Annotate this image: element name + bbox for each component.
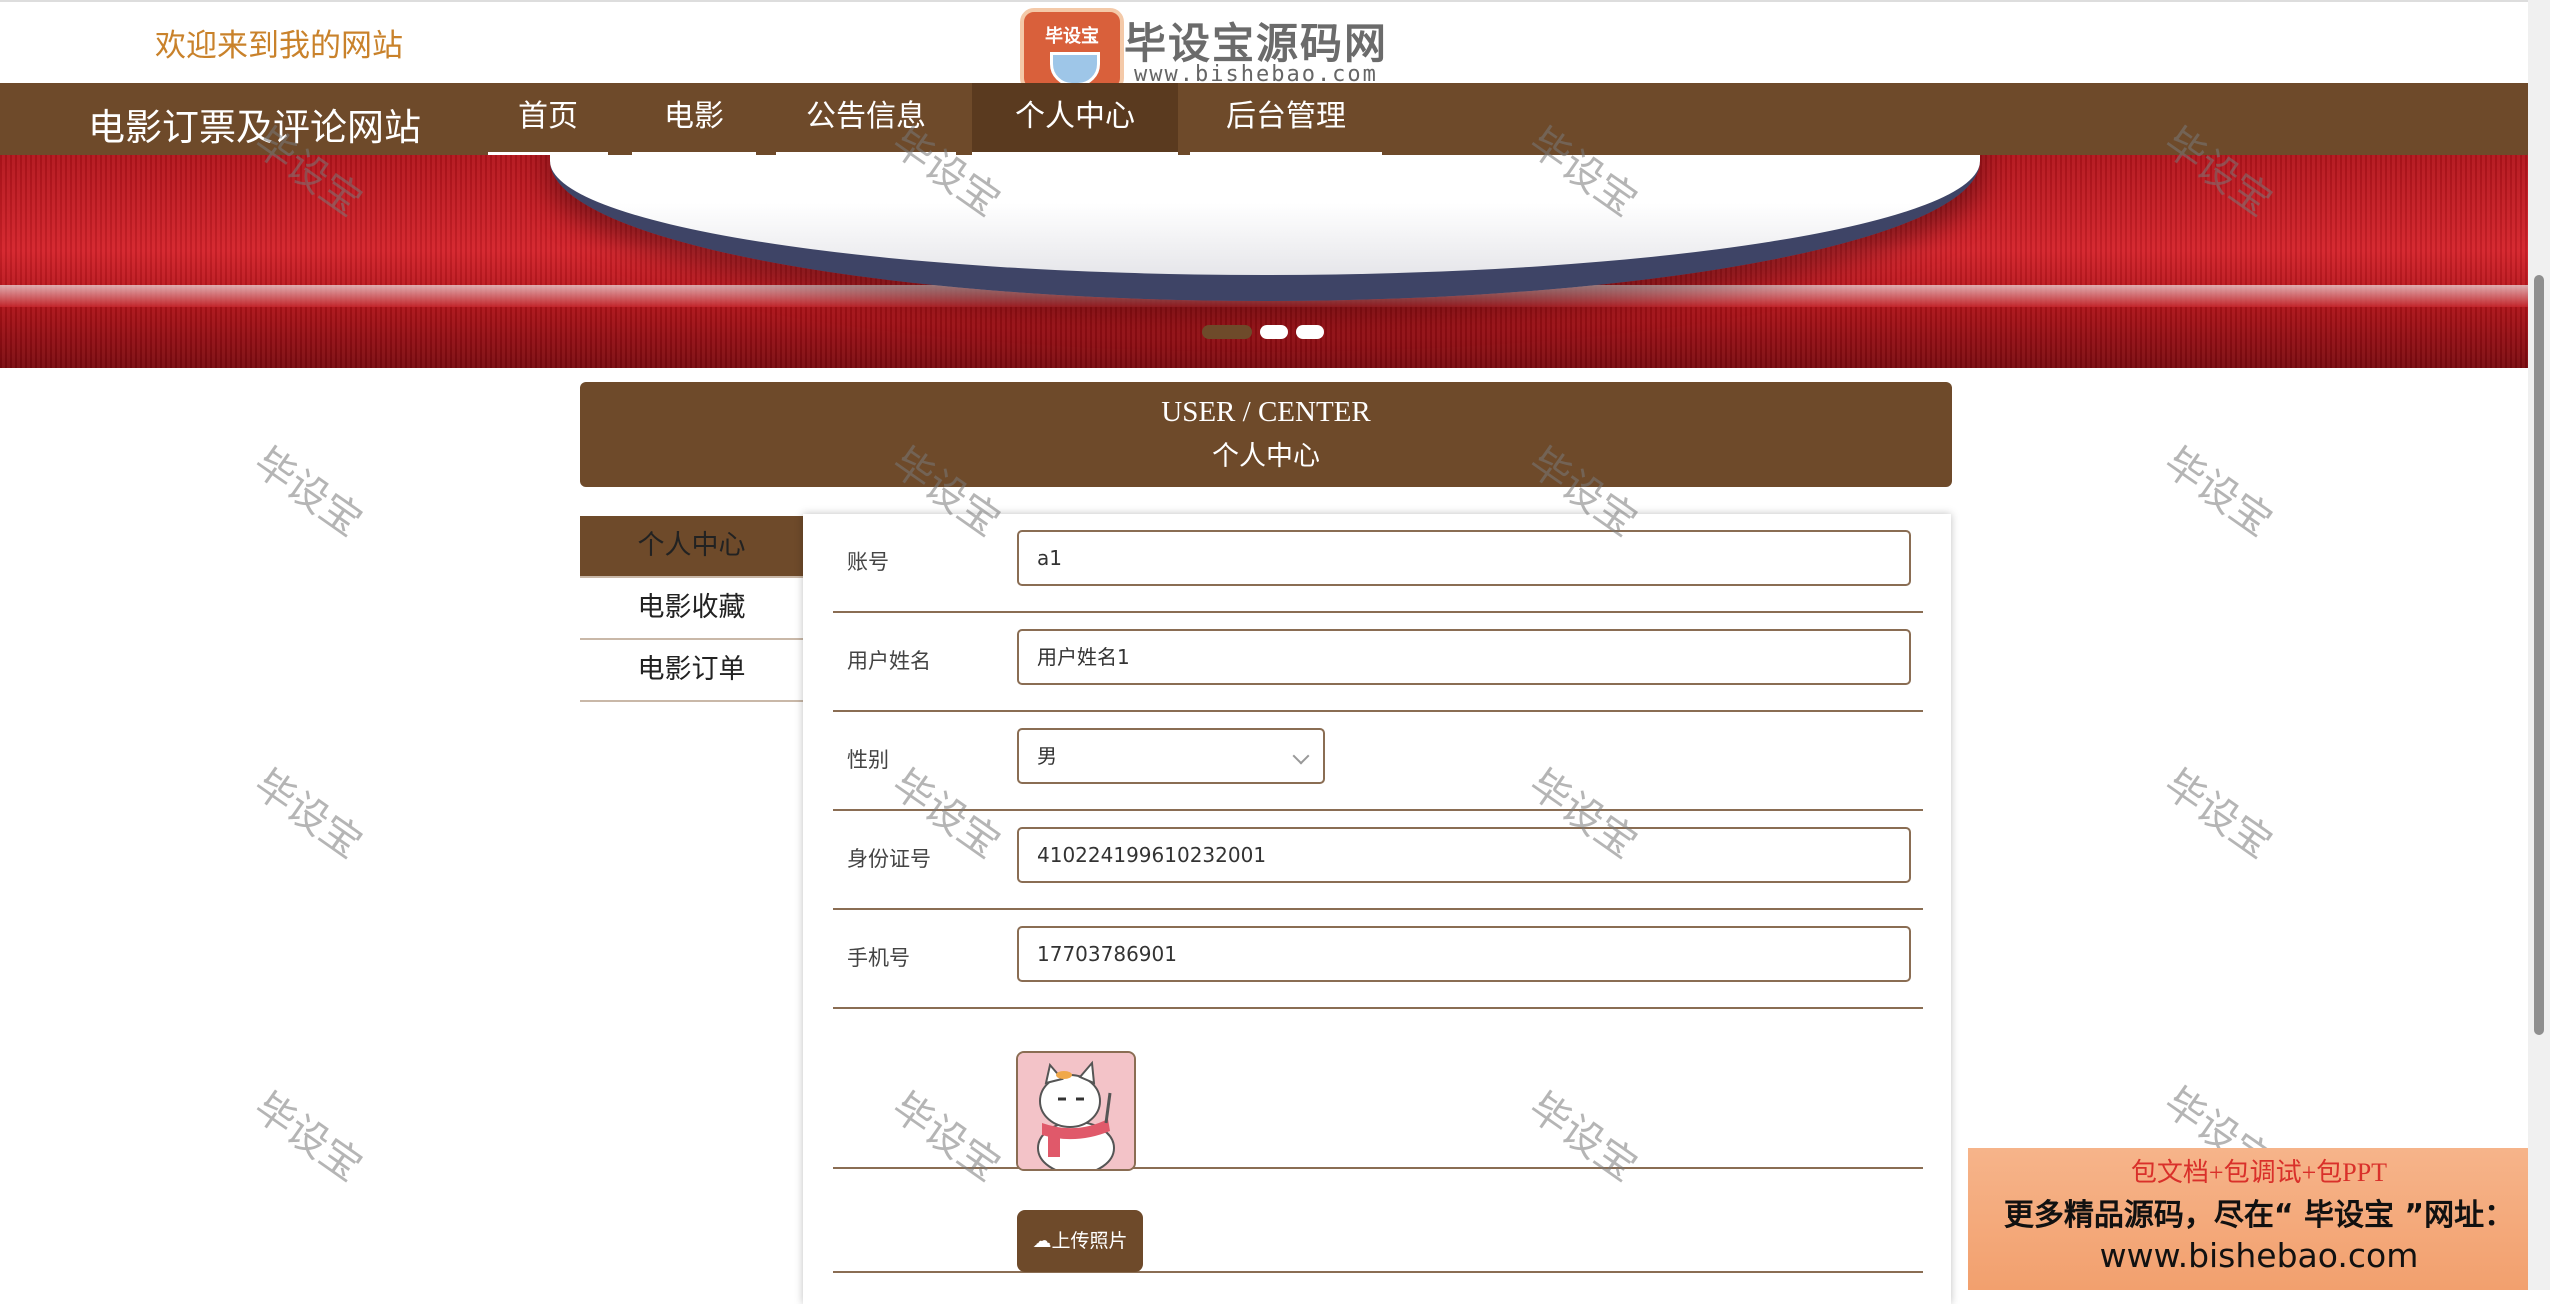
user-center-header: USER / CENTER 个人中心 (580, 382, 1952, 487)
nav-item-admin[interactable]: 后台管理 (1190, 83, 1382, 155)
account-input[interactable]: a1 (1017, 530, 1911, 586)
upload-photo-button[interactable]: ☁上传照片 (1017, 1210, 1143, 1272)
promo-ad-box[interactable]: 包文档+包调试+包PPT 更多精品源码，尽在“ 毕设宝 ”网址： www.bis… (1968, 1148, 2550, 1290)
banner-carousel (0, 155, 2528, 368)
username-input[interactable]: 用户姓名1 (1017, 629, 1911, 685)
form-row-upload (833, 1169, 1923, 1273)
ad-line-2: 更多精品源码，尽在“ 毕设宝 ”网址： (2003, 1198, 2515, 1233)
nav-item-home[interactable]: 首页 (488, 83, 608, 155)
form-row-idcard: 身份证号 410224199610232001 (833, 811, 1923, 910)
scrollbar-thumb[interactable] (2534, 275, 2544, 1035)
ad-line-3: www.bishebao.com (2099, 1236, 2419, 1275)
site-title[interactable]: 电影订票及评论网站 (88, 97, 421, 151)
user-center-title-en: USER / CENTER (1161, 396, 1371, 428)
logo-badge-text: 毕设宝 (1045, 26, 1099, 47)
form-row-phone: 手机号 17703786901 (833, 910, 1923, 1009)
carousel-dot-2[interactable] (1260, 325, 1288, 339)
avatar (1016, 1051, 1136, 1171)
page-scrollbar[interactable] (2528, 0, 2550, 1290)
nav-item-user-center[interactable]: 个人中心 (972, 83, 1178, 155)
user-center-title-cn: 个人中心 (1212, 441, 1320, 472)
watermark-text: 毕设宝 (2155, 761, 2281, 868)
watermark-text: 毕设宝 (2155, 439, 2281, 546)
nav-item-announcements[interactable]: 公告信息 (776, 83, 956, 155)
watermark-text: 毕设宝 (245, 439, 371, 546)
cat-avatar-icon (1018, 1053, 1134, 1169)
cloud-upload-icon: ☁ (1032, 1230, 1052, 1252)
account-label: 账号 (847, 550, 889, 574)
chevron-down-icon (1292, 747, 1310, 765)
carousel-dot-3[interactable] (1296, 325, 1324, 339)
logo-badge-icon: 毕设宝 (1020, 8, 1124, 92)
banner-plate-image (550, 155, 1980, 301)
watermark-text: 毕设宝 (245, 761, 371, 868)
phone-label: 手机号 (847, 946, 910, 970)
nav-item-movies[interactable]: 电影 (632, 83, 756, 155)
username-label: 用户姓名 (847, 649, 931, 673)
gender-select[interactable]: 男 (1017, 728, 1325, 784)
main-navbar: 电影订票及评论网站 首页 电影 公告信息 个人中心 后台管理 (0, 83, 2528, 155)
watermark-text: 毕设宝 (245, 1084, 371, 1191)
welcome-text: 欢迎来到我的网站 (155, 28, 403, 64)
phone-input[interactable]: 17703786901 (1017, 926, 1911, 982)
form-row-avatar (833, 1009, 1923, 1169)
cup-icon (1050, 52, 1100, 86)
form-row-username: 用户姓名 用户姓名1 (833, 613, 1923, 712)
gender-label: 性别 (847, 748, 889, 772)
form-row-account: 账号 a1 (833, 514, 1923, 613)
idcard-label: 身份证号 (847, 847, 931, 871)
ad-line-1: 包文档+包调试+包PPT (2130, 1158, 2388, 1187)
side-menu-user-center[interactable]: 个人中心 (580, 516, 803, 578)
form-row-gender: 性别 男 (833, 712, 1923, 811)
carousel-dot-1[interactable] (1202, 325, 1252, 339)
gender-value: 男 (1037, 744, 1057, 768)
idcard-input[interactable]: 410224199610232001 (1017, 827, 1911, 883)
profile-form-panel: 账号 a1 用户姓名 用户姓名1 性别 男 身份证号 4102241996102… (803, 514, 1951, 1304)
side-menu-favorites[interactable]: 电影收藏 (580, 578, 803, 640)
upload-photo-label: 上传照片 (1051, 1230, 1128, 1252)
side-menu-orders[interactable]: 电影订单 (580, 640, 803, 702)
